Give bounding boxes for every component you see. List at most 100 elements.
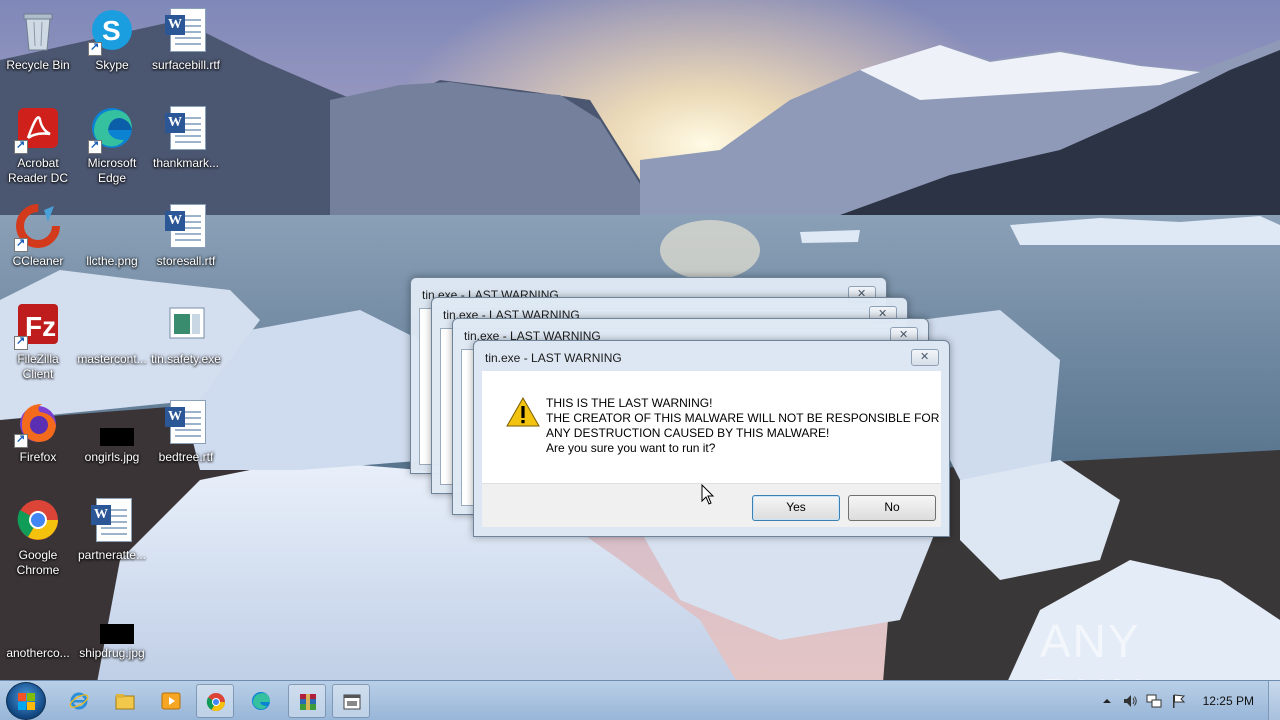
taskbar-chrome[interactable] xyxy=(196,684,234,718)
image-file-icon xyxy=(88,398,136,446)
icon-label-line: Acrobat xyxy=(17,156,59,170)
action-center-flag-icon[interactable] xyxy=(1170,693,1186,709)
taskbar-file-explorer[interactable] xyxy=(106,684,144,718)
word-document-icon: W xyxy=(162,202,210,250)
winrar-icon xyxy=(300,694,316,710)
desktop-icon-partneratte[interactable]: W partneratte... xyxy=(74,490,150,580)
filezilla-icon: Fz xyxy=(14,300,62,350)
icon-label: anotherco... xyxy=(6,646,70,660)
desktop-icon-ccleaner[interactable]: CCleaner xyxy=(0,196,76,286)
word-document-icon: W xyxy=(162,398,210,446)
taskbar-clock[interactable]: 12:25 PM xyxy=(1203,694,1254,708)
icon-label: thankmark... xyxy=(152,156,220,170)
anyrun-watermark: ANY RUN xyxy=(1040,612,1240,720)
taskbar-media-player[interactable] xyxy=(152,684,190,718)
desktop-icon-edge[interactable]: MicrosoftEdge xyxy=(74,98,150,188)
edge-icon xyxy=(252,692,270,710)
icon-label-line: Reader DC xyxy=(7,171,69,185)
desktop-icon-mastercont[interactable]: mastercont... xyxy=(74,294,150,384)
icon-label: shipdrug.jpg xyxy=(79,646,145,660)
desktop-icon-llcthe[interactable]: llcthe.png xyxy=(74,196,150,286)
desktop-icon-storesall[interactable]: W storesall.rtf xyxy=(148,196,224,286)
no-button[interactable]: No xyxy=(848,495,936,521)
desktop-icon-chrome[interactable]: Google Chrome xyxy=(0,490,76,580)
desktop-icon-bedtree[interactable]: W bedtree.rtf xyxy=(148,392,224,482)
word-document-icon: W xyxy=(162,6,210,54)
dialog-message: THIS IS THE LAST WARNING! THE CREATOR OF… xyxy=(546,396,939,456)
icon-label-line: Google xyxy=(18,548,58,562)
word-document-icon: W xyxy=(88,496,136,544)
volume-icon[interactable] xyxy=(1122,693,1138,709)
network-icon[interactable] xyxy=(1146,693,1162,709)
icon-label: surfacebill.rtf xyxy=(151,58,221,72)
taskbar-dialog-app[interactable] xyxy=(332,684,370,718)
word-document-icon: W xyxy=(162,104,210,152)
desktop-icon-shipdrug[interactable]: shipdrug.jpg xyxy=(74,588,150,678)
icon-label: CCleaner xyxy=(12,254,64,268)
taskbar-winrar[interactable] xyxy=(288,684,326,718)
exe-icon xyxy=(162,300,210,348)
message-area: THIS IS THE LAST WARNING! THE CREATOR OF… xyxy=(482,371,941,483)
desktop-icon-ongirls[interactable]: ongirls.jpg xyxy=(74,392,150,482)
svg-text:Fz: Fz xyxy=(25,311,56,342)
message-line: Are you sure you want to run it? xyxy=(546,441,716,455)
chrome-icon xyxy=(206,693,225,712)
yes-button[interactable]: Yes xyxy=(752,495,840,521)
desktop-icon-anotherco[interactable]: anotherco... xyxy=(0,588,76,678)
icon-label: storesall.rtf xyxy=(156,254,216,268)
warning-icon xyxy=(506,397,540,427)
icon-label: Recycle Bin xyxy=(6,58,70,72)
recycle-bin-icon xyxy=(14,6,62,54)
close-button[interactable] xyxy=(911,349,939,366)
firefox-icon xyxy=(14,398,62,448)
ccleaner-icon xyxy=(14,202,62,252)
desktop-icon-recycle-bin[interactable]: Recycle Bin xyxy=(0,0,76,90)
file-explorer-icon xyxy=(115,694,135,710)
chrome-icon xyxy=(14,496,62,544)
file-icon xyxy=(14,594,62,642)
image-file-icon xyxy=(88,202,136,250)
desktop-icon-acrobat[interactable]: AcrobatReader DC xyxy=(0,98,76,188)
desktop-icon-surfacebill[interactable]: W surfacebill.rtf xyxy=(148,0,224,90)
desktop-icon-tin-safety[interactable]: tin.safety.exe xyxy=(148,294,224,384)
dialog-title: tin.exe - LAST WARNING xyxy=(485,351,622,365)
acrobat-icon xyxy=(14,104,62,154)
message-line: ANY DESTRUCTION CAUSED BY THIS MALWARE! xyxy=(546,426,830,440)
icon-label-line: Microsoft xyxy=(87,156,137,170)
media-player-icon xyxy=(161,692,181,710)
icon-label: llcthe.png xyxy=(86,254,138,268)
image-file-icon xyxy=(88,594,136,644)
message-line: THE CREATOR OF THIS MALWARE WILL NOT BE … xyxy=(546,411,940,425)
dialog-app-icon xyxy=(343,694,361,710)
svg-text:S: S xyxy=(102,15,121,46)
desktop-icon-skype[interactable]: S Skype xyxy=(74,0,150,90)
internet-explorer-icon xyxy=(69,692,89,710)
mouse-cursor-icon xyxy=(701,484,715,505)
desktop-icon-firefox[interactable]: Firefox xyxy=(0,392,76,482)
taskbar: 12:25 PM xyxy=(0,680,1280,720)
icon-label: partneratte... xyxy=(77,548,147,562)
icon-label: Skype xyxy=(95,58,129,72)
desktop-icon-thankmark[interactable]: W thankmark... xyxy=(148,98,224,188)
icon-label: ongirls.jpg xyxy=(84,450,140,464)
taskbar-internet-explorer[interactable] xyxy=(60,684,98,718)
icon-label-line: Client xyxy=(22,367,54,381)
show-hidden-icons-arrow-icon[interactable] xyxy=(1102,696,1112,706)
skype-icon: S xyxy=(88,6,136,56)
desktop-icon-filezilla[interactable]: Fz FileZillaClient xyxy=(0,294,76,384)
icon-label-line: Edge xyxy=(97,171,127,185)
edge-icon xyxy=(88,104,136,154)
icon-label-line: FileZilla xyxy=(17,352,59,366)
icon-label: mastercont... xyxy=(77,352,147,366)
icon-label: tin.safety.exe xyxy=(151,352,221,366)
icon-label: Firefox xyxy=(19,450,57,464)
taskbar-edge[interactable] xyxy=(242,684,280,718)
file-icon xyxy=(88,300,136,348)
start-button[interactable] xyxy=(6,682,46,720)
warning-dialog[interactable]: tin.exe - LAST WARNING THIS IS THE LAST … xyxy=(473,340,950,537)
show-desktop-button[interactable] xyxy=(1268,681,1280,720)
icon-label: bedtree.rtf xyxy=(158,450,214,464)
icon-label-line: Chrome xyxy=(16,563,60,577)
message-line: THIS IS THE LAST WARNING! xyxy=(546,396,713,410)
windows-logo-icon xyxy=(18,693,35,710)
